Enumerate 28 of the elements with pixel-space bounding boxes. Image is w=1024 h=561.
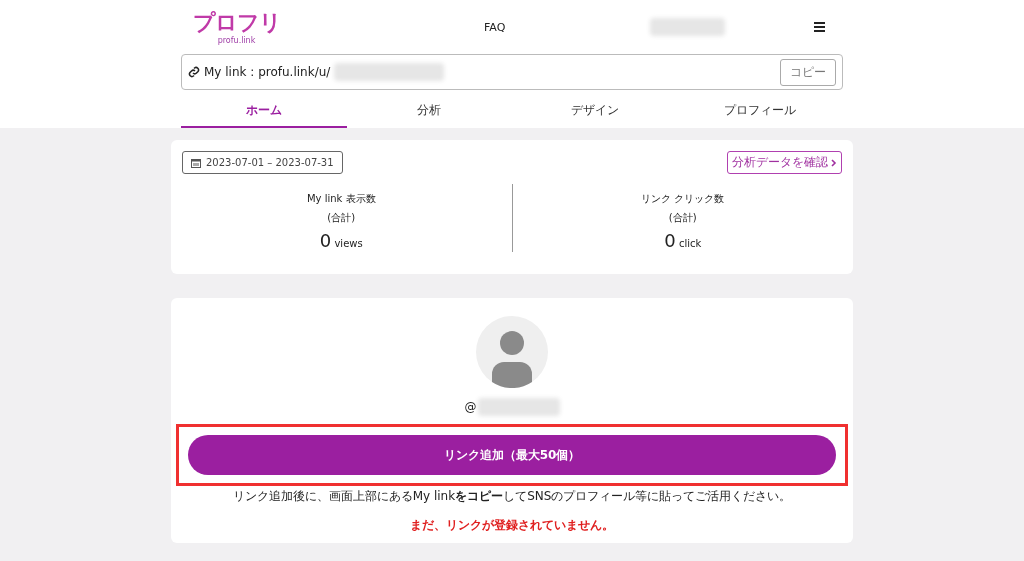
date-range-button[interactable]: 2023-07-01 – 2023-07-31 (182, 151, 343, 174)
menu-button[interactable] (814, 22, 825, 32)
avatar-icon (476, 316, 548, 388)
analytics-link[interactable]: 分析データを確認 (727, 151, 842, 174)
tab[interactable]: 分析 (346, 95, 512, 128)
stat-value: 0 views (319, 230, 363, 251)
copy-button[interactable]: コピー (780, 58, 836, 86)
tab[interactable]: デザイン (512, 95, 678, 128)
empty-message: まだ、リンクが登録されていません。 (410, 517, 614, 534)
stat-title: My link 表示数 (306, 192, 376, 206)
link-label: My link : profu.link/u/ (204, 65, 331, 79)
hint-text: リンク追加後に、画面上部にあるMy linkをコピーしてSNSのプロフィール等に貼ってご活用ください。 (232, 488, 792, 505)
stat-subtitle: (合計) (668, 211, 697, 225)
logo-text: プロフリ (192, 9, 281, 36)
logo[interactable]: プロフリ profu.link (189, 9, 284, 45)
handle-text: @ (464, 400, 477, 414)
stat-title: リンク クリック数 (641, 192, 725, 206)
menu-icon (814, 22, 825, 32)
stat-value: 0 click (664, 230, 702, 251)
stat-subtitle: (合計) (327, 211, 356, 225)
tab[interactable]: ホーム (181, 95, 347, 128)
calendar-icon (191, 157, 201, 168)
chevron-right-icon (831, 158, 837, 167)
add-link-button[interactable]: リンク追加（最大50個） (188, 435, 836, 475)
logo-subtext: profu.link (217, 35, 256, 45)
tab[interactable]: プロフィール (677, 95, 843, 128)
faq-link[interactable]: FAQ (484, 20, 506, 34)
link-icon (188, 66, 200, 78)
